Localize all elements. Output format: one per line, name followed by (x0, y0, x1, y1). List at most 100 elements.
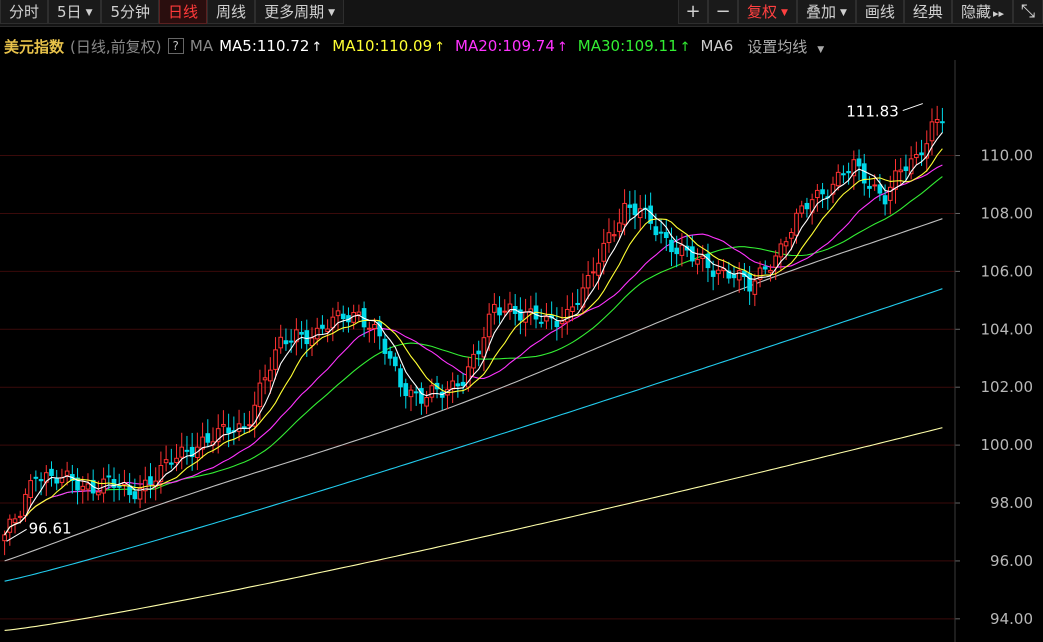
candle-down (856, 158, 862, 167)
candle-up (585, 275, 591, 289)
overlay-dropdown[interactable]: 叠加 ▼ (796, 0, 856, 24)
candle-down (877, 184, 883, 194)
candle-down (705, 253, 711, 269)
candle-down (382, 338, 388, 354)
candle-up (716, 269, 721, 275)
high-pointer (902, 103, 923, 112)
candle-down (882, 195, 888, 205)
tab-label: 更多周期 (264, 3, 325, 21)
help-icon[interactable]: ? (167, 38, 184, 54)
candle-up (794, 212, 799, 236)
candle-up (247, 424, 252, 427)
candle-down (304, 330, 310, 345)
chevron-down-icon: ▼ (817, 44, 825, 55)
candle-down (148, 476, 153, 485)
candle-up (768, 269, 773, 273)
candle-up (309, 337, 315, 347)
tab-0[interactable]: 分时 (0, 0, 49, 24)
hide-label: 隐藏 (960, 3, 991, 21)
candle-up (424, 397, 429, 407)
y-tick-label: 110.00 (981, 147, 1034, 165)
tab-2[interactable]: 5分钟 (101, 0, 160, 24)
candle-up (96, 491, 101, 496)
tab-5[interactable]: 更多周期 ▼ (255, 0, 344, 24)
candle-up (622, 202, 627, 225)
candle-up (773, 255, 779, 268)
candle-up (267, 369, 273, 382)
candle-up (273, 349, 278, 370)
adjust-dropdown[interactable]: 复权 ▼ (738, 0, 797, 24)
candle-up (835, 171, 841, 187)
chart-toolbar: 分时 5日 ▼ 5分钟 日线 周线 更多周期 ▼ + − 复权 ▼ 叠加 ▼ 画线 经典 隐藏 ▸▸… (0, 0, 1043, 27)
candle-down (403, 383, 409, 397)
ma-legend-label: MA6 (700, 37, 734, 55)
candle-down (497, 307, 502, 316)
candle-down (476, 350, 482, 355)
candle-up (799, 205, 805, 214)
up-arrow-icon: ↑ (434, 40, 446, 55)
candle-down (393, 356, 398, 367)
zoom-in-button[interactable]: + (678, 0, 709, 24)
candle-up (872, 184, 877, 187)
high-annotation: 111.83 (846, 103, 899, 121)
candle-down (820, 189, 825, 195)
candle-down (283, 340, 289, 345)
candle-up (679, 244, 685, 256)
candle-up (486, 313, 492, 338)
candle-up (752, 280, 758, 295)
candle-up (408, 389, 414, 398)
y-tick-label: 106.00 (981, 262, 1034, 280)
y-tick-label: 104.00 (981, 320, 1034, 338)
candle-up (429, 385, 435, 398)
candle-up (564, 308, 570, 323)
candle-up (356, 311, 362, 316)
candle-up (788, 232, 794, 239)
candle-down (33, 476, 39, 479)
ma-settings-dropdown[interactable]: 设置均线 ▼ (747, 36, 830, 57)
candlestick-chart[interactable]: 94.00 96.00 98.00 100.00 102.00 104.00 106.00 1… (0, 60, 1043, 642)
tab-4[interactable]: 周线 (207, 0, 256, 24)
double-arrow-icon: ▸▸ (992, 7, 1004, 20)
candle-up (544, 316, 549, 322)
ma-label: MA (189, 37, 214, 55)
candle-up (934, 119, 940, 123)
candle-up (887, 186, 893, 201)
ma120-line (4, 288, 943, 582)
up-arrow-icon: ↑ (556, 40, 568, 55)
candle-up (695, 259, 700, 265)
candle-down (413, 391, 419, 394)
tab-3[interactable]: 日线 (159, 0, 208, 24)
ma-legend-item: MA20:109.74 ↑ (455, 37, 568, 55)
candle-up (471, 353, 476, 369)
tab-1[interactable]: 5日 ▼ (48, 0, 102, 24)
candle-up (502, 310, 508, 313)
candle-up (492, 303, 497, 313)
candle-up (914, 154, 919, 159)
candle-up (2, 534, 7, 542)
candle-up (617, 222, 622, 232)
draw-line-button[interactable]: 画线 (855, 0, 904, 24)
candle-down (762, 266, 768, 270)
candle-up (783, 241, 789, 247)
candle-down (226, 427, 231, 434)
hide-button[interactable]: 隐藏 ▸▸ (951, 0, 1013, 24)
candle-down (653, 226, 659, 236)
classic-button[interactable]: 经典 (903, 0, 952, 24)
candle-up (570, 306, 575, 313)
candle-up (366, 327, 372, 330)
chart-legend: 美元指数 (日线,前复权) ? MA MA5:110.72 ↑ MA10:110.0… (0, 34, 955, 58)
up-arrow-icon: ↑ (311, 40, 323, 55)
fullscreen-icon[interactable]: ⤡ (1013, 0, 1043, 24)
y-tick-label: 102.00 (981, 378, 1034, 396)
candle-up (23, 493, 28, 517)
candle-up (85, 483, 91, 490)
zoom-out-button[interactable]: − (708, 0, 739, 24)
candle-down (627, 204, 633, 208)
candle-down (116, 485, 122, 488)
candle-down (867, 185, 872, 189)
candle-down (132, 491, 138, 500)
adjust-label: 复权 (747, 3, 778, 21)
tab-label: 5分钟 (110, 3, 151, 21)
candle-up (257, 382, 263, 408)
candle-up (372, 324, 377, 329)
